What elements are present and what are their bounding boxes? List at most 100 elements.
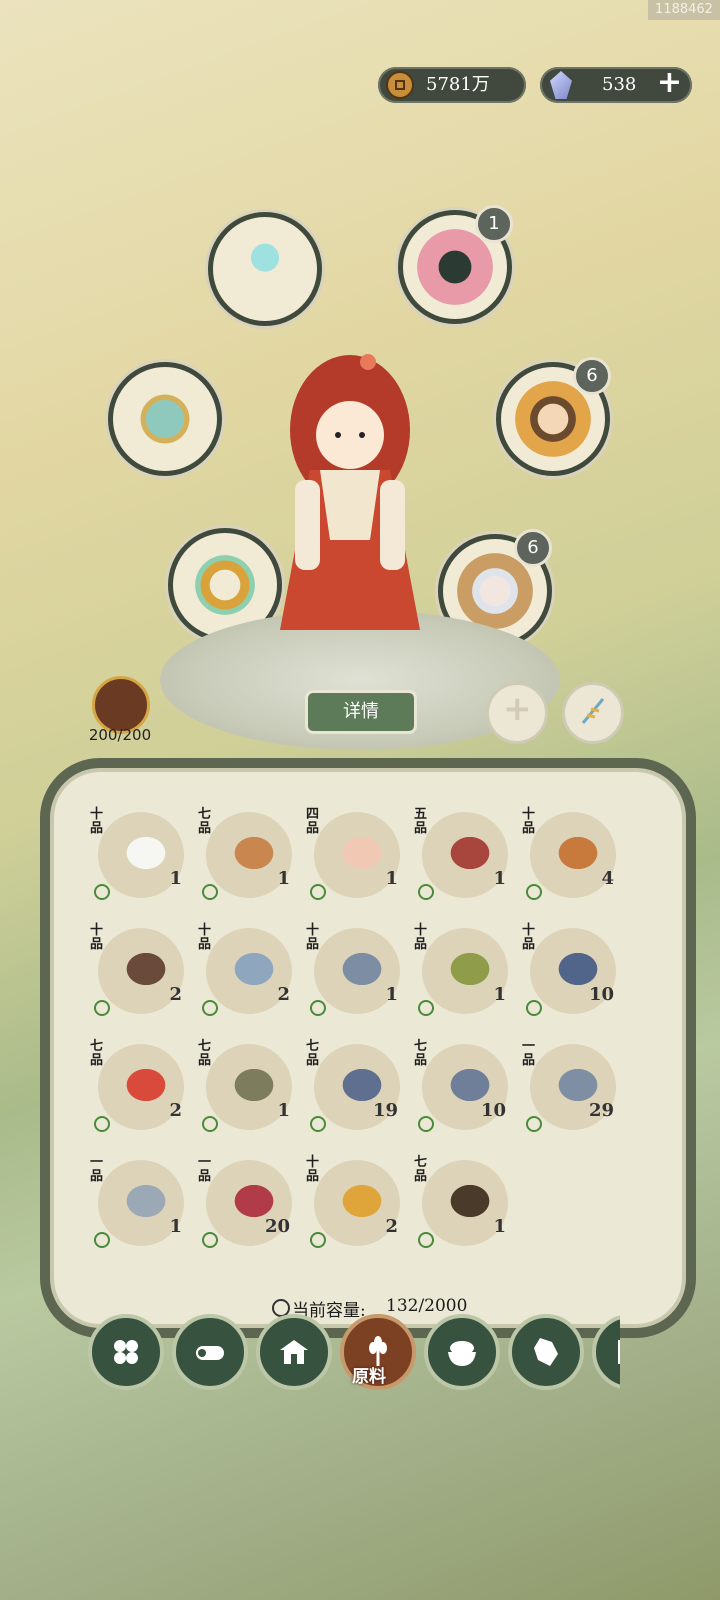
inventory-item-gar[interactable]: 七品 1 [198,1040,306,1160]
leaf-icon [94,884,110,900]
chicken-icon [332,828,392,878]
item-grade: 一品 [522,1039,536,1068]
needlefish-icon [116,1176,176,1226]
inventory-item-sea-cucumber[interactable]: 十品 2 [90,924,198,1044]
item-grade: 十品 [198,923,212,952]
leaf-icon [202,1116,218,1132]
item-grade: 一品 [90,1155,104,1184]
rice-bowl-icon [448,1341,476,1366]
leaf-icon [310,884,326,900]
leaf-icon [94,1000,110,1016]
item-grade: 四品 [306,807,320,836]
nav-book-button[interactable] [592,1314,620,1390]
item-count: 2 [277,984,290,1005]
leaf-icon [526,1000,542,1016]
inventory-item-radish[interactable]: 十品 1 [90,808,198,928]
log-icon [196,1346,224,1360]
lobster-icon [548,828,608,878]
detail-button[interactable]: 详情 [305,690,417,734]
house-icon [280,1340,308,1364]
inventory-item-sardine[interactable]: 十品 2 [198,924,306,1044]
item-count: 2 [169,984,182,1005]
item-count: 1 [169,868,182,889]
leaf-icon [202,1232,218,1248]
coin-counter[interactable]: 5781万 [378,67,526,103]
inventory-item-drumstick[interactable]: 七品 1 [198,808,306,928]
inventory-item-whale-shark[interactable]: 七品 19 [306,1040,414,1160]
inventory-item-chicken[interactable]: 四品 1 [306,808,414,928]
nav-house-button[interactable] [256,1314,332,1390]
nav-wood-button[interactable] [172,1314,248,1390]
inventory-item-lobster[interactable]: 十品 4 [522,808,630,928]
leaf-icon [310,1116,326,1132]
nav-rice-bowl-button[interactable] [424,1314,500,1390]
hero-b-badge: 6 [514,529,552,567]
item-grade: 十品 [90,807,104,836]
armor-icon [127,381,203,457]
leaf-icon [526,1116,542,1132]
item-count: 1 [277,868,290,889]
stamina-value: 200/200 [88,726,152,744]
nav-active-label: 原料 [352,1367,386,1387]
inventory-item-needlefish[interactable]: 一品 1 [90,1156,198,1276]
item-count: 10 [588,984,614,1005]
leaf-icon [418,1116,434,1132]
item-grade: 十品 [522,807,536,836]
item-count: 1 [385,868,398,889]
nav-book-clip [592,1314,620,1390]
sardine-icon [224,944,284,994]
leaf-icon [94,1116,110,1132]
gar-icon [224,1060,284,1110]
add-gems-button[interactable]: + [657,65,682,100]
leaf-icon [94,1232,110,1248]
leaf-icon [418,1000,434,1016]
user-id-label: 1188462 [648,0,720,20]
item-grade: 七品 [414,1155,428,1184]
character-figure [280,354,420,630]
add-button[interactable]: + [486,682,548,744]
inventory-item-mackerel[interactable]: 一品 29 [522,1040,630,1160]
inventory-item-flying-fish[interactable]: 十品 1 [306,924,414,1044]
gem-counter[interactable]: 538 + [540,65,692,103]
item-count: 2 [169,1100,182,1121]
hero-b-portrait-icon [457,553,533,629]
inventory-item-swordfish[interactable]: 十品 10 [522,924,630,1044]
radish-icon [116,828,176,878]
scorpionfish-icon [116,1060,176,1110]
plus-icon: + [503,689,532,729]
item-grade: 一品 [198,1155,212,1184]
inventory-item-dragon[interactable]: 一品 20 [198,1156,306,1276]
coin-amount: 5781万 [426,74,490,95]
item-grade: 七品 [414,1039,428,1068]
item-count: 1 [493,1216,506,1237]
inventory-item-dung-beetle[interactable]: 七品 1 [414,1156,522,1276]
item-count: 4 [601,868,614,889]
item-grade: 七品 [198,1039,212,1068]
inventory-item-shark[interactable]: 七品 10 [414,1040,522,1160]
meat-icon [440,828,500,878]
inventory-item-pike[interactable]: 十品 1 [414,924,522,1044]
dragon-pet-badge: 1 [475,205,513,243]
gem-icon [550,71,572,99]
leaf-icon [202,884,218,900]
inventory-item-butterfly[interactable]: 十品 2 [306,1156,414,1276]
lotus-lamp-icon [227,231,303,307]
item-count: 1 [169,1216,182,1237]
slot-lotus-lamp[interactable] [208,212,322,326]
coin-icon [386,71,414,99]
item-grade: 七品 [306,1039,320,1068]
item-grade: 十品 [414,923,428,952]
hero-a-portrait-icon [515,381,591,457]
item-grade: 十品 [306,1155,320,1184]
inventory-item-meat[interactable]: 五品 1 [414,808,522,928]
slot-armor[interactable] [108,362,222,476]
item-count: 19 [372,1100,398,1121]
capacity-value: 132/2000 [386,1296,468,1316]
nav-map-button[interactable] [508,1314,584,1390]
dung-beetle-icon [440,1176,500,1226]
item-count: 1 [493,984,506,1005]
item-grade: 七品 [198,807,212,836]
inventory-item-scorpionfish[interactable]: 七品 2 [90,1040,198,1160]
weapon-slot-button[interactable] [562,682,624,744]
nav-menu-button[interactable] [88,1314,164,1390]
